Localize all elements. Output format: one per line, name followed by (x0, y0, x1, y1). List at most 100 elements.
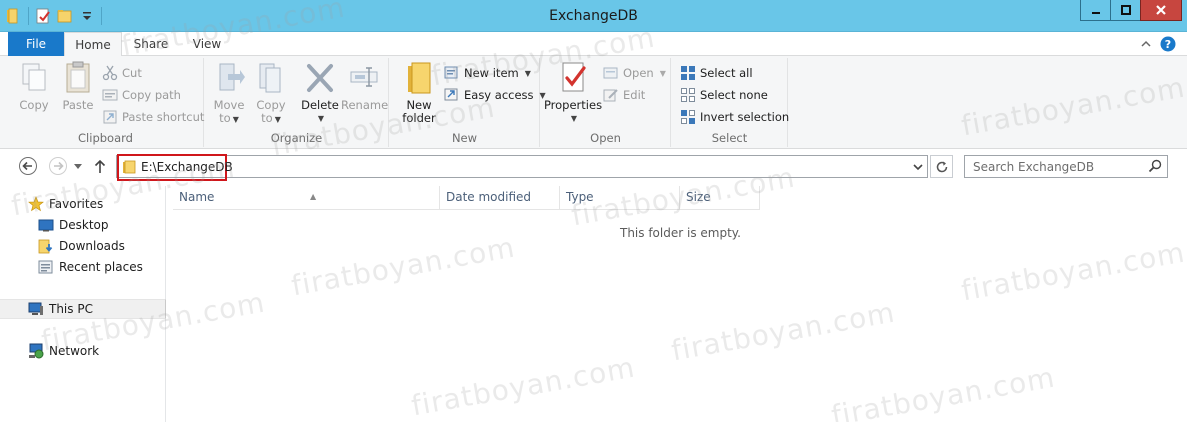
title-bar: ExchangeDB (0, 0, 1187, 32)
forward-button[interactable] (48, 156, 68, 176)
easy-access-button[interactable]: Easy access ▼ (444, 86, 546, 104)
delete-icon (303, 60, 337, 96)
group-label-organize: Organize (270, 131, 323, 145)
paste-icon (61, 60, 95, 96)
group-label-open: Open (590, 131, 621, 145)
move-to-button[interactable]: Move to ▼ (209, 60, 249, 126)
recent-places-icon (38, 259, 54, 275)
new-item-button[interactable]: New item ▼ (444, 64, 531, 82)
navigation-bar: E:\ExchangeDB (0, 150, 1187, 182)
column-header-type[interactable]: Type (560, 186, 680, 210)
search-box[interactable] (964, 155, 1168, 178)
paste-shortcut-button[interactable]: Paste shortcut (102, 108, 204, 126)
paste-shortcut-icon (102, 109, 118, 125)
nav-item-network[interactable]: Network (0, 341, 166, 361)
window-title: ExchangeDB (549, 8, 638, 24)
ribbon-tabs: File Home Share View ? (0, 32, 1187, 57)
close-button[interactable] (1140, 0, 1182, 21)
copy-to-button[interactable]: Copy to ▼ (251, 60, 291, 126)
collapse-ribbon-icon[interactable] (1138, 36, 1154, 52)
address-path: E:\ExchangeDB (141, 160, 233, 174)
scissors-icon (102, 65, 118, 81)
file-list: ▲ Name Date modified Type Size This fold… (167, 182, 1187, 422)
copy-path-button[interactable]: Copy path (102, 86, 181, 104)
empty-folder-message: This folder is empty. (620, 226, 741, 240)
svg-text:?: ? (1165, 38, 1171, 51)
ribbon: Copy Paste Cut Copy path Paste shortcut (0, 56, 1187, 149)
tab-view[interactable]: View (180, 32, 234, 56)
chevron-down-icon: ▼ (570, 114, 578, 123)
new-group: New folder New item ▼ Easy access ▼ New (390, 58, 546, 147)
select-all-icon (680, 65, 696, 81)
computer-icon (28, 301, 44, 317)
cut-button[interactable]: Cut (102, 64, 142, 82)
desktop-icon (38, 217, 54, 233)
sort-ascending-icon: ▲ (310, 192, 317, 201)
tab-share[interactable]: Share (124, 32, 178, 56)
tab-file[interactable]: File (8, 32, 64, 56)
network-icon (28, 343, 44, 359)
folder-icon (122, 159, 138, 175)
select-group: Select all Select none Invert selection … (672, 58, 789, 147)
maximize-button[interactable] (1110, 0, 1141, 21)
invert-selection-icon (680, 109, 696, 125)
address-bar[interactable]: E:\ExchangeDB (116, 154, 928, 181)
downloads-icon (38, 238, 54, 254)
copy-path-icon (102, 87, 118, 103)
tab-home[interactable]: Home (64, 32, 122, 57)
open-group: Properties ▼ Open ▼ Edit Open (541, 58, 671, 147)
select-none-button[interactable]: Select none (680, 86, 768, 104)
search-icon[interactable] (1148, 159, 1162, 173)
help-icon[interactable]: ? (1160, 36, 1176, 52)
nav-item-desktop[interactable]: Desktop (0, 215, 166, 235)
nav-item-favorites[interactable]: Favorites (0, 194, 166, 214)
back-button[interactable] (18, 156, 38, 176)
select-all-button[interactable]: Select all (680, 64, 753, 82)
clipboard-group: Copy Paste Cut Copy path Paste shortcut (8, 58, 204, 147)
open-icon (603, 65, 619, 81)
edit-button[interactable]: Edit (603, 86, 645, 104)
rename-button[interactable]: Rename (341, 60, 388, 112)
column-header-size[interactable]: Size (680, 186, 760, 210)
star-icon (28, 196, 44, 212)
invert-selection-button[interactable]: Invert selection (680, 108, 789, 126)
nav-item-this-pc[interactable]: This PC (0, 299, 166, 319)
select-none-icon (680, 87, 696, 103)
delete-button[interactable]: Delete ▼ (297, 60, 343, 125)
properties-icon (556, 60, 590, 96)
group-label-select: Select (711, 131, 748, 145)
chevron-down-icon: ▼ (274, 115, 281, 124)
column-header-date-modified[interactable]: Date modified (440, 186, 560, 210)
rename-icon (347, 60, 381, 96)
chevron-down-icon[interactable] (911, 160, 925, 174)
organize-group: Move to ▼ Copy to ▼ Delete ▼ Rename Organi… (205, 58, 389, 147)
new-folder-icon (402, 60, 436, 96)
copy-button[interactable]: Copy (14, 60, 54, 112)
copy-icon (17, 60, 51, 96)
new-folder-button[interactable]: New folder (398, 60, 440, 125)
easy-access-icon (444, 87, 460, 103)
nav-item-downloads[interactable]: Downloads (0, 236, 166, 256)
new-item-icon (444, 65, 460, 81)
paste-button[interactable]: Paste (58, 60, 98, 112)
copy-to-icon (254, 60, 288, 96)
window-controls (1080, 0, 1182, 21)
open-button[interactable]: Open ▼ (603, 64, 666, 82)
chevron-down-icon: ▼ (232, 115, 239, 124)
chevron-down-icon: ▼ (524, 68, 531, 78)
recent-locations-dropdown[interactable] (71, 156, 85, 176)
chevron-down-icon: ▼ (659, 68, 666, 78)
group-label-clipboard: Clipboard (78, 131, 133, 145)
search-input[interactable] (965, 156, 1145, 177)
properties-button[interactable]: Properties ▼ (543, 60, 603, 125)
group-label-new: New (451, 131, 478, 145)
move-to-icon (212, 60, 246, 96)
navigation-pane: Favorites Desktop Downloads Recent place… (0, 186, 166, 422)
edit-icon (603, 87, 619, 103)
chevron-down-icon: ▼ (317, 114, 325, 123)
column-header-name[interactable]: ▲ Name (173, 186, 440, 210)
refresh-button[interactable] (930, 155, 953, 178)
minimize-button[interactable] (1080, 0, 1111, 21)
nav-item-recent-places[interactable]: Recent places (0, 257, 166, 277)
up-button[interactable] (92, 156, 108, 176)
